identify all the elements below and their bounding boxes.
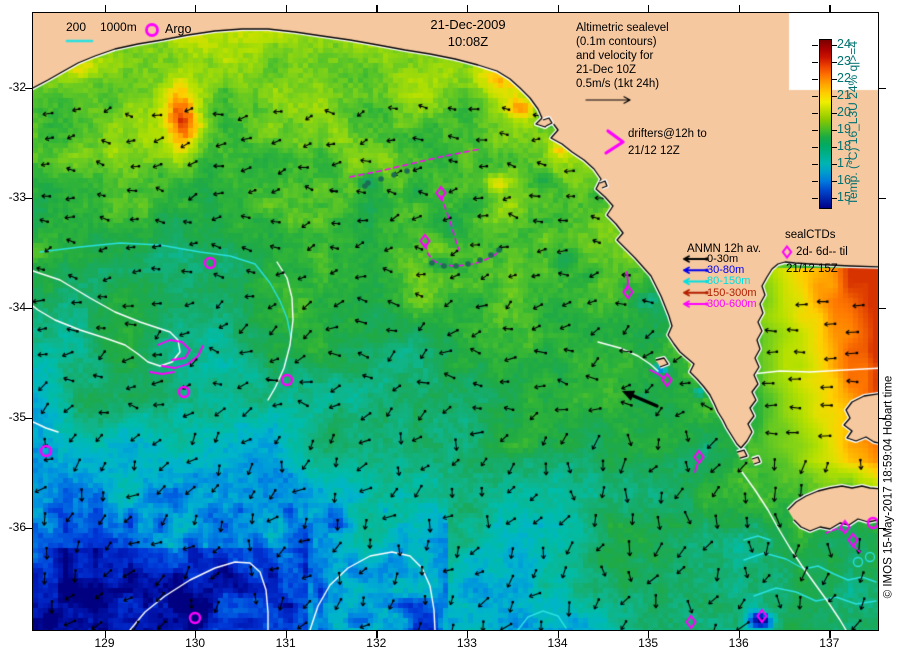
y-axis-tick-mark-right (878, 418, 886, 420)
x-axis-tick-label: 129 (94, 636, 115, 650)
y-axis-tick-label: -34 (8, 300, 26, 314)
x-axis-tick-mark-top (829, 5, 831, 13)
colorbar-tick-label: 18 (837, 139, 851, 153)
y-axis-tick-mark-right (878, 528, 886, 530)
altimetric-note-line4: 21-Dec 10Z (576, 64, 637, 76)
colorbar-tick-label: 16 (837, 173, 851, 187)
x-axis-tick-mark (557, 630, 559, 638)
map-time-title: 10:08Z (447, 34, 489, 49)
y-axis-tick-mark (25, 198, 33, 200)
colorbar-tick-label: 19 (837, 122, 851, 136)
colorbar-tick-mark (831, 45, 837, 47)
colorbar-tick-mark (812, 147, 818, 149)
x-axis-tick-mark-top (285, 5, 287, 13)
drifters-note-line2: 21/12 12Z (628, 145, 680, 157)
colorbar-tick-mark (812, 96, 818, 98)
colorbar-tick-mark (831, 147, 837, 149)
x-axis-tick-mark (466, 630, 469, 638)
y-axis-tick-mark-right (878, 88, 886, 90)
y-axis-tick-label: -33 (8, 190, 26, 204)
x-axis-tick-mark-top (557, 5, 559, 13)
sealctd-legend-until-label: 21/12 15Z (786, 263, 838, 275)
x-axis-tick-label: 136 (728, 636, 749, 650)
y-axis-tick-mark (25, 528, 33, 530)
x-axis-tick-mark-top (648, 5, 650, 13)
altimetric-note-line5: 0.5m/s (1kt 24h) (576, 78, 660, 90)
x-axis-tick-mark (829, 630, 831, 638)
x-axis-tick-mark (738, 630, 740, 638)
colorbar-tick-mark (831, 79, 837, 81)
x-axis-tick-label: 131 (275, 636, 296, 650)
isobath-scale-200-label: 200 (66, 20, 87, 34)
colorbar-tick-mark (812, 164, 818, 166)
y-axis-tick-label: -35 (8, 410, 26, 424)
sealctd-legend-style-label: 2d- 6d-- til (796, 246, 848, 258)
y-axis-tick-mark-right (878, 308, 886, 310)
argo-legend-label: Argo (165, 22, 192, 36)
x-axis-tick-mark-top (104, 5, 106, 13)
altimetric-note-line2: (0.1m contours) (576, 36, 657, 48)
x-axis-tick-mark-top (376, 5, 378, 13)
x-axis-tick-label: 135 (638, 636, 659, 650)
colorbar-tick-mark (831, 164, 837, 166)
colorbar-tick-label: 17 (837, 156, 851, 170)
colorbar-tick-mark (812, 198, 818, 200)
y-axis-tick-mark-right (878, 198, 886, 200)
x-axis-tick-label: 134 (547, 636, 568, 650)
x-axis-tick-label: 132 (366, 636, 387, 650)
y-axis-tick-mark (25, 308, 33, 310)
x-axis-tick-mark (648, 630, 650, 638)
colorbar-tick-label: 20 (837, 105, 851, 119)
colorbar-tick-mark (812, 181, 818, 183)
colorbar-tick-label: 23 (837, 54, 851, 68)
anmn-legend-row-80-150m: 80-150m (707, 275, 751, 287)
x-axis-tick-label: 133 (456, 636, 477, 650)
x-axis-tick-mark (285, 630, 287, 638)
x-axis-tick-mark-top (738, 5, 740, 13)
x-axis-tick-mark (195, 630, 197, 638)
x-axis-tick-mark-top (466, 5, 469, 13)
imos-credit-text: © IMOS 15-May-2017 18:59:04 Hobart time (882, 375, 895, 599)
colorbar-tick-mark (831, 96, 837, 98)
x-axis-tick-mark (104, 630, 106, 638)
y-axis-tick-label: -36 (8, 520, 26, 534)
x-axis-tick-label: 137 (819, 636, 840, 650)
colorbar-tick-label: 24 (837, 37, 851, 51)
colorbar-tick-mark (831, 113, 837, 115)
colorbar-tick-mark (812, 45, 818, 47)
colorbar-tick-mark (812, 79, 818, 81)
colorbar-tick-label: 15 (837, 190, 851, 204)
sealctd-legend-title: sealCTDs (785, 229, 836, 241)
colorbar-tick-mark (812, 130, 818, 132)
anmn-legend-row-300-600m: 300-600m (707, 298, 757, 310)
colorbar-tick-label: 21 (837, 88, 851, 102)
sst-map-canvas (33, 13, 878, 630)
map-date-title: 21-Dec-2009 (430, 17, 506, 32)
altimetric-note-line1: Altimetric sealevel (576, 22, 669, 34)
drifters-note-line1: drifters@12h to (628, 128, 707, 140)
altimetric-note-line3: and velocity for (576, 50, 654, 62)
y-axis-tick-label: -32 (8, 80, 26, 94)
x-axis-tick-mark (376, 630, 378, 638)
x-axis-tick-label: 130 (185, 636, 206, 650)
colorbar-tick-mark (812, 62, 818, 64)
isobath-scale-1000-label: 1000m (100, 20, 137, 34)
temperature-colorbar (819, 39, 832, 209)
x-axis-tick-mark-top (195, 5, 197, 13)
colorbar-tick-mark (831, 198, 837, 200)
y-axis-tick-mark (25, 88, 33, 90)
colorbar-tick-mark (812, 113, 818, 115)
colorbar-tick-label: 22 (837, 71, 851, 85)
colorbar-tick-mark (831, 130, 837, 132)
colorbar-tick-mark (831, 62, 837, 64)
ocean-sst-map-page: 200 1000m Argo 21-Dec-2009 10:08Z Altime… (0, 0, 900, 660)
y-axis-tick-mark (25, 418, 33, 420)
colorbar-tick-mark (831, 181, 837, 183)
